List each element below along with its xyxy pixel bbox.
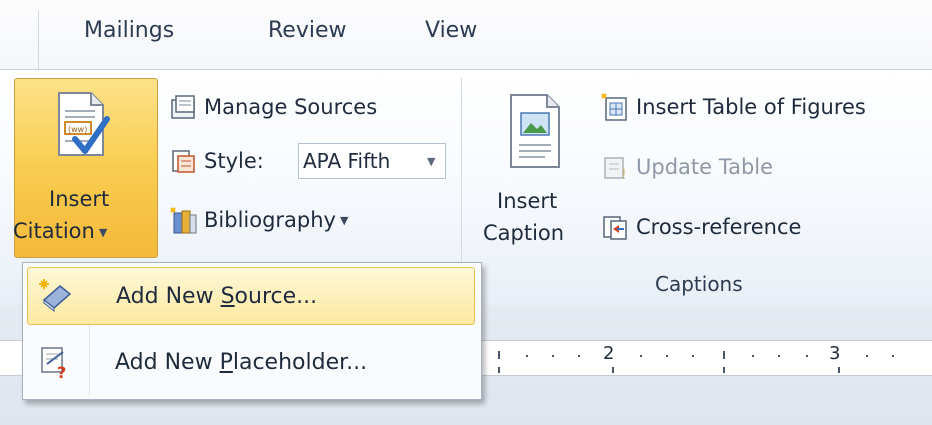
menu-item-add-new-placeholder[interactable]: ? Add New Placeholder... [27,333,475,391]
svg-text:!: ! [621,167,627,182]
style-dropdown[interactable]: APA Fifth ▼ [298,143,446,179]
tab-review[interactable]: Review [268,18,347,43]
bibliography-label: Bibliography [204,208,336,232]
table-of-figures-icon [601,93,627,121]
menu-item-add-new-source[interactable]: Add New Source... [27,267,475,325]
update-table-label: Update Table [636,155,774,179]
insert-caption-icon [510,94,560,168]
dropdown-arrow-icon[interactable]: ▼ [427,155,435,168]
insert-table-of-figures-label: Insert Table of Figures [636,95,866,119]
style-icon [172,150,195,173]
manage-sources-button[interactable]: Manage Sources [168,90,377,124]
manage-sources-label: Manage Sources [204,95,378,119]
bibliography-icon [170,207,197,234]
insert-caption-label-1: Insert [497,189,558,213]
chevron-down-icon: ▼ [340,213,349,227]
chevron-down-icon: ▼ [98,225,108,239]
insert-citation-button[interactable]: (ww) Insert Citation ▼ [13,78,158,258]
style-row: Style: [168,144,264,178]
svg-text:(ww): (ww) [68,125,87,134]
insert-citation-label-1: Insert [49,187,110,211]
bibliography-button[interactable]: Bibliography ▼ [168,203,348,237]
manage-sources-icon [171,95,195,119]
add-placeholder-icon: ? [41,347,66,380]
insert-caption-button[interactable]: Insert Caption [480,78,592,258]
ribbon-tab-bar: Mailings Review View [0,0,932,70]
insert-table-of-figures-button[interactable]: Insert Table of Figures [600,90,866,124]
add-source-icon [39,279,72,313]
update-table-icon: ! [604,157,627,182]
tab-view[interactable]: View [425,18,477,43]
captions-group-label: Captions [655,272,743,296]
cross-reference-icon [603,216,627,240]
style-value: APA Fifth [303,149,391,173]
add-new-source-label: Add New Source... [116,283,318,309]
ruler-mark-3: 3 [829,343,841,364]
insert-citation-dropdown-menu: Add New Source... ? Add New Placeholder.… [22,262,482,400]
tab-bar-edge [38,10,39,70]
cross-reference-label: Cross-reference [636,215,802,239]
cross-reference-button[interactable]: Cross-reference [600,210,801,244]
style-label: Style: [204,149,264,173]
tab-mailings[interactable]: Mailings [84,18,174,43]
insert-citation-icon: (ww) [58,92,110,156]
svg-text:?: ? [57,363,66,380]
add-new-placeholder-label: Add New Placeholder... [115,349,368,375]
insert-citation-label-2: Citation ▼ [13,219,108,243]
ruler-mark-2: 2 [603,343,615,364]
insert-caption-label-2: Caption [483,221,565,245]
update-table-button[interactable]: ! Update Table [600,150,773,184]
